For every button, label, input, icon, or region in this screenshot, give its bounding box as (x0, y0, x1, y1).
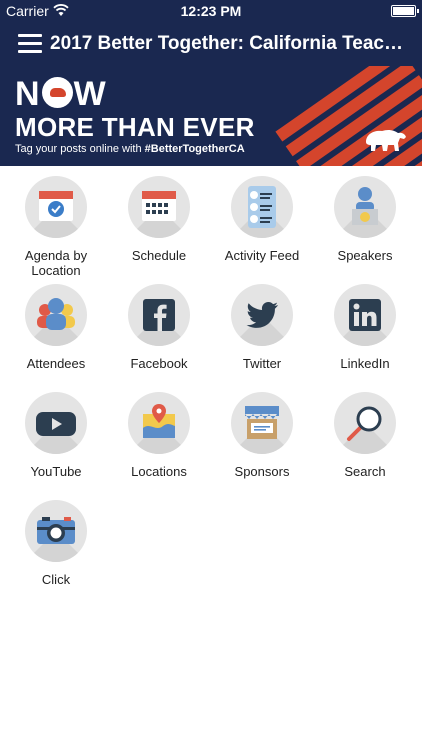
battery-icon (391, 5, 419, 17)
tile-label: LinkedIn (340, 356, 390, 371)
tile-label: Twitter (242, 356, 282, 371)
tile-label: Attendees (26, 356, 86, 371)
bear-o-icon (41, 77, 73, 108)
tile-label: Click (41, 572, 71, 587)
people-group-icon (25, 284, 87, 346)
event-banner: NW MORE THAN EVER Tag your posts online … (0, 66, 422, 166)
tile-label: Schedule (131, 248, 187, 263)
tile-label: Facebook (130, 356, 188, 371)
tile-speakers[interactable]: Speakers (313, 166, 417, 263)
tile-label: Search (344, 464, 386, 479)
nav-bar: 2017 Better Together: California Teacher… (0, 22, 422, 66)
tile-click[interactable]: Click (4, 490, 108, 587)
tile-agenda-by-location[interactable]: Agenda by Location (4, 166, 108, 278)
tile-attendees[interactable]: Attendees (4, 274, 108, 371)
tagline-prefix: Tag your posts online with (15, 143, 145, 155)
linkedin-icon (334, 284, 396, 346)
hamburger-menu-icon[interactable] (18, 34, 42, 54)
storefront-icon (231, 392, 293, 454)
magnifier-icon (334, 392, 396, 454)
banner-tagline: Tag your posts online with #BetterTogeth… (15, 143, 245, 155)
banner-subheadline: MORE THAN EVER (15, 112, 255, 142)
status-time: 12:23 PM (180, 3, 242, 19)
tile-sponsors[interactable]: Sponsors (210, 382, 314, 479)
facebook-icon (128, 284, 190, 346)
tile-facebook[interactable]: Facebook (107, 274, 211, 371)
calendar-check-icon (25, 176, 87, 238)
tile-label: Locations (131, 464, 187, 479)
tile-locations[interactable]: Locations (107, 382, 211, 479)
tile-twitter[interactable]: Twitter (210, 274, 314, 371)
banner-headline-n: N (15, 75, 41, 113)
bear-logo-icon (366, 129, 406, 151)
youtube-icon (25, 392, 87, 454)
twitter-icon (231, 284, 293, 346)
page-title: 2017 Better Together: California Teacher… (50, 33, 414, 54)
camera-icon (25, 500, 87, 562)
tile-youtube[interactable]: YouTube (4, 382, 108, 479)
banner-headline: NW (15, 75, 107, 114)
tile-activity-feed[interactable]: Activity Feed (210, 166, 314, 263)
tile-search[interactable]: Search (313, 382, 417, 479)
tile-label: YouTube (30, 464, 82, 479)
tile-schedule[interactable]: Schedule (107, 166, 211, 263)
map-pin-icon (128, 392, 190, 454)
speaker-podium-icon (334, 176, 396, 238)
banner-hashtag: #BetterTogetherCA (144, 143, 245, 155)
calendar-grid-icon (128, 176, 190, 238)
activity-feed-icon (231, 176, 293, 238)
status-bar: Carrier 12:23 PM (0, 0, 422, 22)
banner-headline-w: W (73, 75, 107, 113)
tile-label: Sponsors (234, 464, 290, 479)
tile-linkedin[interactable]: LinkedIn (313, 274, 417, 371)
tile-label: Activity Feed (224, 248, 300, 263)
tile-label: Speakers (337, 248, 393, 263)
